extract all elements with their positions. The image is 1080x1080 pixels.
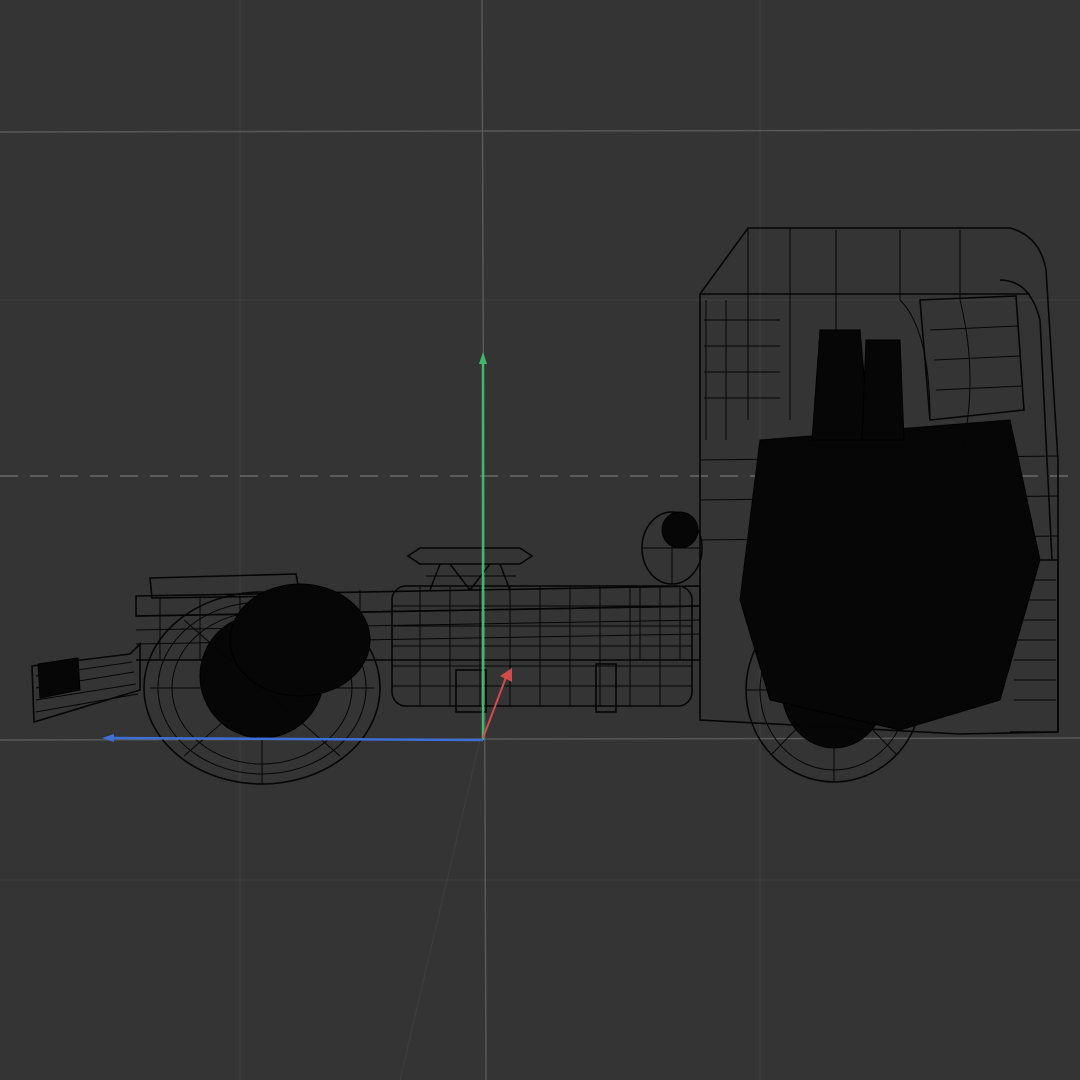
- fifth-wheel: [406, 547, 534, 591]
- viewport-canvas[interactable]: [0, 0, 1080, 1080]
- z-axis-arrow-icon[interactable]: [102, 734, 114, 742]
- 3d-viewport[interactable]: [0, 0, 1080, 1080]
- rear-wheel: [143, 583, 381, 785]
- y-axis-arrow-icon[interactable]: [479, 352, 487, 364]
- grid-horizontal-top: [0, 129, 1080, 133]
- truck-tractor-wireframe-icon[interactable]: [31, 227, 1059, 785]
- fuel-tank: [391, 585, 693, 713]
- truck-cab: [641, 227, 1059, 735]
